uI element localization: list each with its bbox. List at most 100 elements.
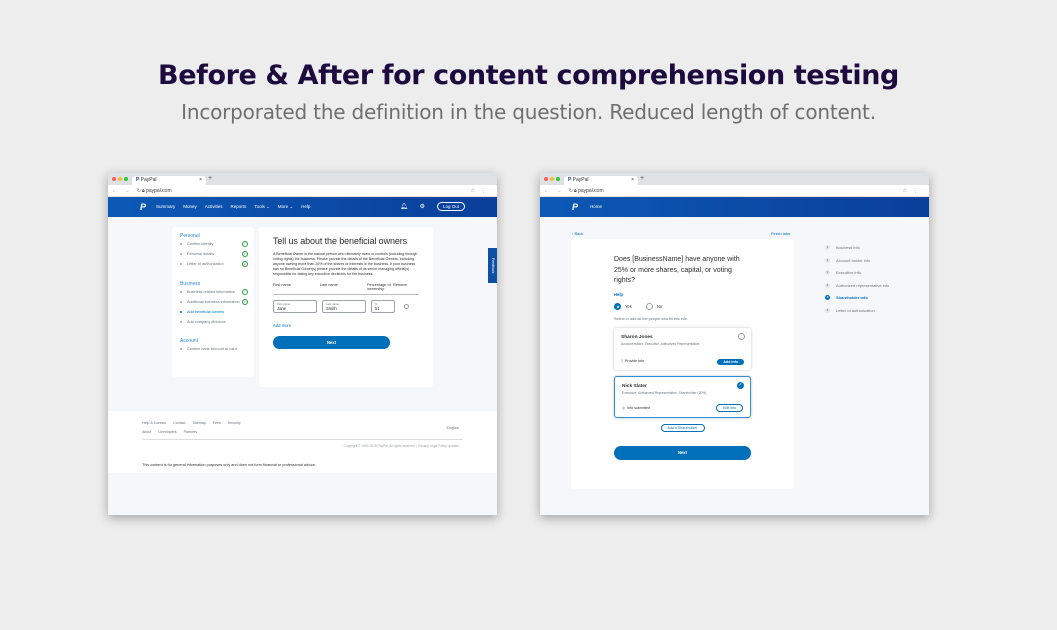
feedback-tab[interactable]: Feedback — [488, 248, 497, 283]
browser-tab[interactable]: P PayPal × — [132, 176, 206, 185]
person-name: Nick Slater — [622, 383, 647, 389]
step-item[interactable]: 3 Executive info — [825, 270, 889, 275]
nav-link[interactable]: Summary — [156, 197, 175, 217]
step-item-current[interactable]: 5 Shareholder info — [825, 295, 889, 300]
sidebar-item[interactable]: Confirm identity ✓ — [180, 241, 248, 247]
nav-link[interactable]: Money — [183, 197, 197, 217]
browser-tab[interactable]: P PayPal × — [564, 176, 638, 185]
bookmark-menu-icons[interactable]: ☆⋮ — [903, 185, 924, 197]
paypal-logo-icon[interactable]: P — [140, 202, 148, 212]
card-title: Tell us about the beneficial owners — [273, 236, 408, 246]
before-browser-window: P PayPal × + ← → ↻ 🔒︎ paypal.com ☆⋮ P Sum… — [108, 173, 497, 515]
back-link[interactable]: ‹ Back — [572, 231, 583, 236]
finish-later-link[interactable]: Finish later — [771, 231, 791, 236]
browser-nav-icons[interactable]: ← → ↻ — [544, 185, 576, 197]
page-heading: Before & After for content comprehension… — [158, 60, 899, 91]
logout-button[interactable]: Log Out — [436, 202, 465, 211]
sidebar-item[interactable]: Business related information ✓ — [180, 288, 248, 295]
sidebar-section-personal: Personal — [180, 233, 200, 239]
edit-info-button[interactable]: Edit info — [716, 403, 743, 412]
nav-link-home[interactable]: Home — [590, 197, 602, 217]
nav-links: Home — [590, 197, 602, 217]
person-card-selected[interactable]: Nick Slater Executive, Authorized Repres… — [614, 375, 751, 418]
add-info-button[interactable]: Add info — [717, 358, 744, 365]
sidebar-section-business: Business — [180, 280, 201, 287]
copyright-text: Copyright © 1999-2019 PayPal. All rights… — [142, 439, 463, 448]
step-item[interactable]: 6 Letter of authorization — [825, 307, 889, 313]
sidebar-item-active[interactable]: Add beneficial owners — [180, 310, 246, 315]
step-item[interactable]: 4 Authorized representative info — [825, 282, 889, 288]
nav-link[interactable]: Tools ⌄ — [254, 197, 270, 217]
sidebar-item[interactable]: Letter of authorization ✓ — [180, 260, 248, 267]
shareholder-question-card: Does [BusinessName] have anyone with 25%… — [571, 239, 794, 489]
url-text[interactable]: 🔒︎ paypal.com — [574, 185, 604, 197]
add-more-link[interactable]: Add more — [273, 323, 419, 328]
page-subheading: Incorporated the definition in the quest… — [181, 100, 876, 124]
window-controls[interactable] — [112, 177, 128, 181]
sidebar-item[interactable]: Add company directors — [180, 320, 246, 325]
footer-link[interactable]: Help & Contact — [142, 421, 166, 425]
check-icon: ✓ — [242, 298, 248, 305]
person-card[interactable]: Sharon Jones Account holder, Executive, … — [614, 327, 751, 370]
footer-link[interactable]: Partners — [184, 430, 198, 434]
address-bar: ← → ↻ 🔒︎ paypal.com ☆⋮ — [108, 185, 497, 197]
new-tab-icon[interactable]: + — [640, 175, 644, 182]
sidebar-section-account: Account — [180, 338, 199, 345]
browser-tab-bar: P PayPal × + — [108, 173, 497, 185]
onboarding-sidebar: Personal Confirm identity ✓ Personal deta… — [172, 227, 254, 377]
nav-link[interactable]: Help — [301, 197, 310, 217]
url-text[interactable]: 🔒︎ paypal.com — [142, 185, 172, 197]
language-selector[interactable]: English — [447, 426, 459, 430]
new-tab-icon[interactable]: + — [208, 175, 212, 182]
gear-icon[interactable]: ⚙ — [420, 203, 425, 210]
sidebar-item[interactable]: Confirm bank account or card — [180, 347, 246, 352]
url-value: paypal.com — [578, 188, 604, 194]
nav-link[interactable]: Reports — [231, 197, 247, 217]
browser-nav-icons[interactable]: ← → ↻ — [112, 185, 144, 197]
next-button[interactable]: Next — [614, 445, 751, 460]
person-status: ◎ Info submitted — [622, 405, 650, 410]
footer-link[interactable]: Developers — [158, 430, 176, 434]
selected-check-icon[interactable]: ✓ — [737, 381, 744, 389]
address-bar: ← → ↻ 🔒︎ paypal.com ☆⋮ — [540, 185, 929, 197]
add-shareholder-button[interactable]: Add a Shareholder — [660, 423, 705, 432]
remove-radio[interactable] — [404, 304, 409, 310]
page-footer: Help & Contact Contact Sitemap Fees Secu… — [108, 411, 497, 473]
footer-link[interactable]: Contact — [173, 421, 185, 425]
person-roles: Account holder, Executive, Authorized Re… — [621, 341, 700, 346]
yes-option[interactable]: Yes — [614, 302, 632, 310]
check-icon: ✓ — [242, 260, 248, 267]
no-radio[interactable] — [645, 302, 653, 310]
sidebar-item[interactable]: Additional business information ✓ — [180, 298, 248, 305]
bell-icon[interactable]: 🔔︎ — [400, 203, 408, 210]
close-tab-icon[interactable]: × — [199, 176, 202, 185]
step-item[interactable]: 2 Account holder info — [825, 257, 889, 263]
footer-link[interactable]: Security — [228, 421, 241, 425]
beneficial-owners-card: Tell us about the beneficial owners A Be… — [259, 227, 433, 387]
yes-radio[interactable] — [614, 302, 621, 310]
last-name-field[interactable]: Last name Smith — [322, 300, 366, 314]
footer-link[interactable]: Sitemap — [193, 421, 206, 425]
instruction-text: Select or add all the people who fill th… — [614, 316, 689, 321]
bookmark-menu-icons[interactable]: ☆⋮ — [471, 185, 492, 197]
nav-link[interactable]: Activities — [205, 197, 223, 217]
footer-link[interactable]: About — [142, 430, 151, 434]
check-icon: ✓ — [242, 241, 248, 247]
sidebar-item[interactable]: Personal details ✓ — [180, 250, 248, 257]
check-circle-icon: ◎ — [622, 405, 626, 410]
tab-title: PayPal — [140, 177, 157, 183]
nav-link[interactable]: More ⌄ — [278, 197, 293, 217]
window-controls[interactable] — [544, 177, 560, 181]
ownership-percent-field[interactable]: % 51 — [371, 300, 395, 314]
close-tab-icon[interactable]: × — [631, 176, 634, 185]
next-button[interactable]: Next — [273, 336, 390, 350]
select-radio[interactable] — [738, 332, 745, 340]
check-icon: ✓ — [242, 250, 248, 257]
step-item[interactable]: 1 Business info — [825, 245, 889, 250]
footer-link[interactable]: Fees — [213, 421, 221, 425]
paypal-logo-icon[interactable]: P — [572, 202, 580, 212]
no-option[interactable]: No — [645, 302, 662, 310]
help-link[interactable]: Help — [614, 292, 751, 297]
first-name-field[interactable]: First name Jane — [273, 300, 317, 314]
person-status: ▯ Provide info — [621, 358, 644, 363]
